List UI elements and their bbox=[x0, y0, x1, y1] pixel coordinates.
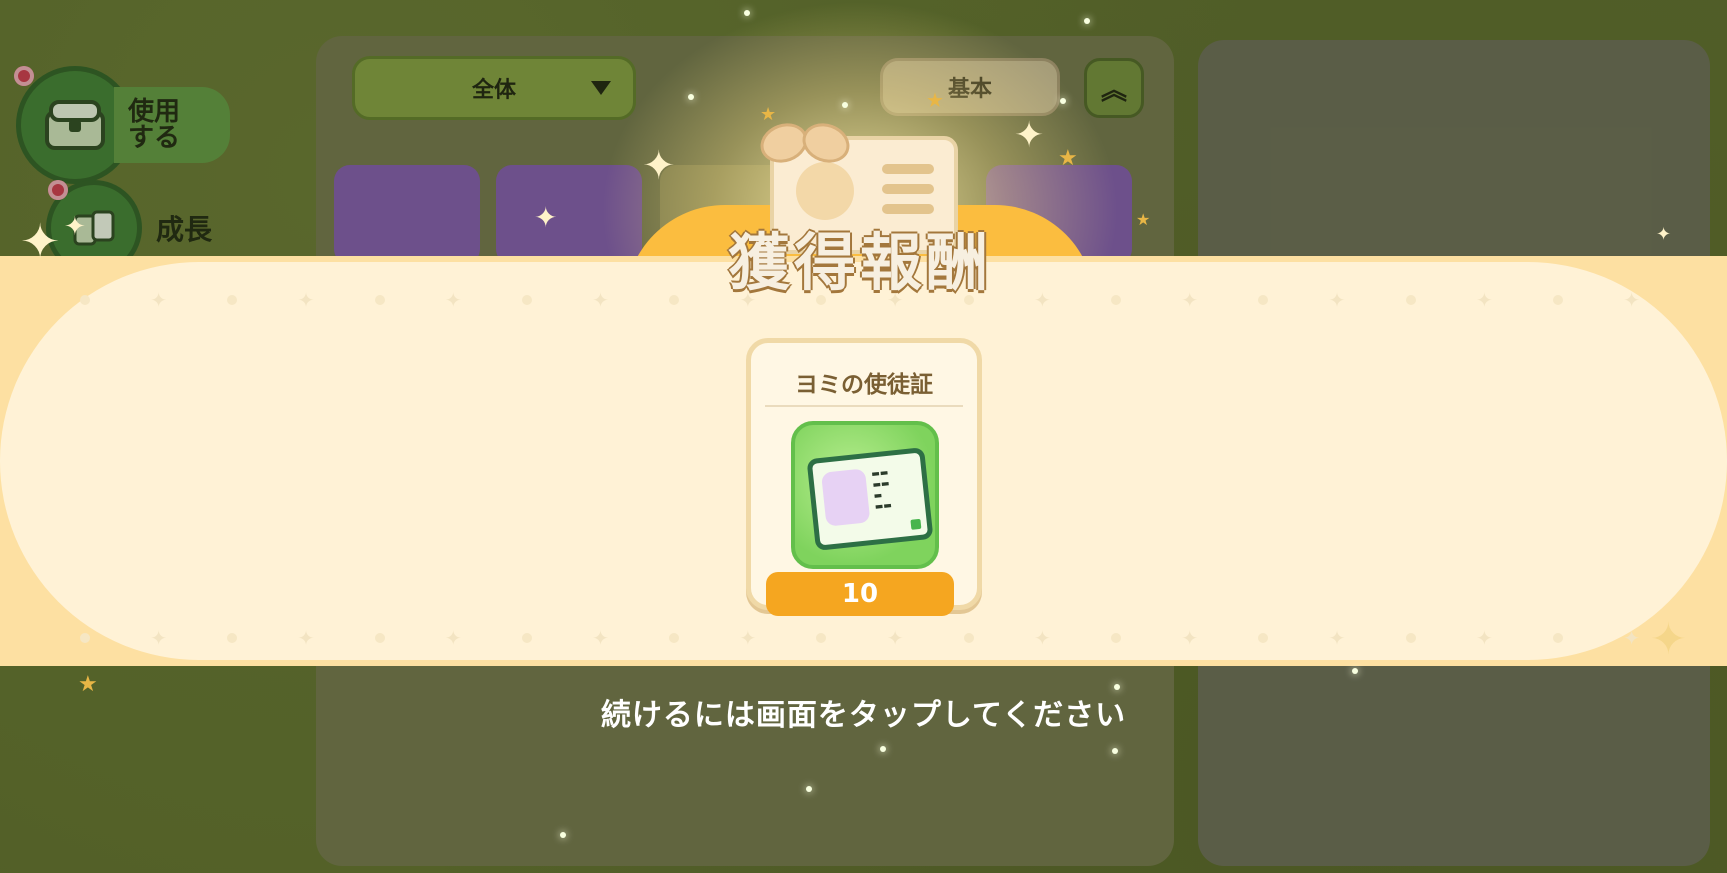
reward-quantity: 10 bbox=[766, 572, 954, 616]
sparkle-star-icon: ✦ bbox=[1014, 115, 1045, 156]
popup-title: 獲得報酬 bbox=[727, 226, 992, 299]
star-icon: ★ bbox=[926, 88, 944, 112]
sparkle-star-icon: ✦ bbox=[1656, 224, 1672, 245]
sparkle-dot bbox=[560, 832, 566, 838]
sparkle-star-icon: ✦ bbox=[642, 143, 676, 189]
sparkle-dot bbox=[806, 786, 812, 792]
star-icon: ★ bbox=[760, 104, 777, 125]
sparkle-dot bbox=[842, 102, 848, 108]
star-icon: ★ bbox=[1136, 210, 1151, 229]
reward-name: ヨミの使徒証 bbox=[795, 372, 933, 398]
sparkle-star-icon: ✦ bbox=[534, 201, 558, 234]
divider bbox=[765, 405, 963, 407]
star-icon: ★ bbox=[1058, 146, 1078, 171]
sparkle-dot bbox=[1112, 748, 1118, 754]
sparkle-dot bbox=[1352, 668, 1358, 674]
sparkle-star-icon: ✦ bbox=[1650, 614, 1687, 665]
continue-hint: 続けるには画面をタップしてください bbox=[600, 698, 1127, 733]
sparkle-dot bbox=[1084, 18, 1090, 24]
star-icon: ★ bbox=[78, 672, 98, 697]
sparkle-dot bbox=[1114, 684, 1120, 690]
sparkle-dot bbox=[744, 10, 750, 16]
sparkle-dot bbox=[1060, 98, 1066, 104]
sparkle-star-icon: ✦ bbox=[64, 212, 86, 242]
sparkle-dot bbox=[688, 94, 694, 100]
id-card-icon: ▬▬ ▬▬ ▬ ▬▬ bbox=[806, 447, 934, 551]
reward-icon-box: ▬▬ ▬▬ ▬ ▬▬ bbox=[791, 421, 939, 569]
banner-decoration: ✦ ✦ ✦ ✦ ✦ ✦ ✦ ✦ ✦ ✦ ✦ bbox=[80, 628, 1640, 648]
ribbon-icon bbox=[760, 124, 850, 164]
reward-card[interactable]: ヨミの使徒証 ▬▬ ▬▬ ▬ ▬▬ bbox=[746, 338, 982, 610]
sparkle-dot bbox=[880, 746, 886, 752]
sparkle-star-icon: ✦ bbox=[20, 214, 61, 270]
